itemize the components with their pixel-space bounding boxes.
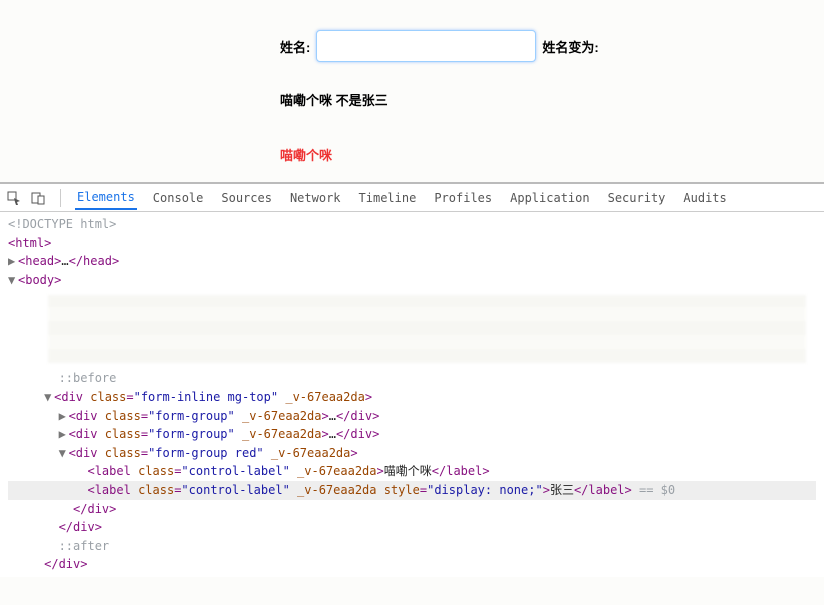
dom-line[interactable]: ▶<div class="form-group" _v-67eaa2da>…</… [8, 407, 816, 426]
toolbar-separator [60, 189, 61, 207]
changed-label: 姓名变为: [542, 37, 598, 56]
dom-line[interactable]: <!DOCTYPE html> [8, 215, 816, 234]
devtools-panel: Elements Console Sources Network Timelin… [0, 182, 824, 577]
dom-line-selected[interactable]: <label class="control-label" _v-67eaa2da… [8, 481, 816, 500]
tab-console[interactable]: Console [151, 187, 206, 209]
tab-security[interactable]: Security [606, 187, 668, 209]
devtools-toolbar: Elements Console Sources Network Timelin… [0, 184, 824, 212]
dom-line[interactable]: ▼<div class="form-group red" _v-67eaa2da… [8, 444, 816, 463]
dom-line[interactable]: <label class="control-label" _v-67eaa2da… [8, 462, 816, 481]
page-content: 姓名: 姓名变为: 喵嘞个咪 不是张三 喵嘞个咪 [0, 0, 824, 182]
dom-line[interactable]: <html> [8, 234, 816, 253]
dom-line[interactable]: </div> [8, 555, 816, 574]
tab-sources[interactable]: Sources [219, 187, 274, 209]
tab-network[interactable]: Network [288, 187, 343, 209]
dom-line[interactable]: </div> [8, 500, 816, 519]
status-line-2: 喵嘞个咪 [0, 127, 824, 182]
dom-line[interactable]: ▶<head>…</head> [8, 252, 816, 271]
name-label: 姓名: [280, 37, 310, 56]
tab-elements[interactable]: Elements [75, 186, 137, 210]
device-icon[interactable] [30, 190, 46, 206]
tab-profiles[interactable]: Profiles [432, 187, 494, 209]
dom-line[interactable]: ▼<div class="form-inline mg-top" _v-67ea… [8, 388, 816, 407]
dom-line[interactable]: </div> [8, 518, 816, 537]
dom-tree[interactable]: <!DOCTYPE html> <html> ▶<head>…</head> ▼… [0, 212, 824, 577]
name-input[interactable] [316, 30, 536, 62]
tab-audits[interactable]: Audits [681, 187, 728, 209]
tab-application[interactable]: Application [508, 187, 591, 209]
dom-line[interactable]: ::after [8, 537, 816, 556]
tab-timeline[interactable]: Timeline [357, 187, 419, 209]
inspect-icon[interactable] [6, 190, 22, 206]
dom-line[interactable]: ::before [8, 369, 816, 388]
status-line-1: 喵嘞个咪 不是张三 [0, 72, 824, 127]
dom-line[interactable]: ▼<body> [8, 271, 816, 290]
dom-line[interactable]: ▶<div class="form-group" _v-67eaa2da>…</… [8, 425, 816, 444]
blurred-region [48, 295, 806, 363]
name-row: 姓名: 姓名变为: [0, 20, 824, 72]
